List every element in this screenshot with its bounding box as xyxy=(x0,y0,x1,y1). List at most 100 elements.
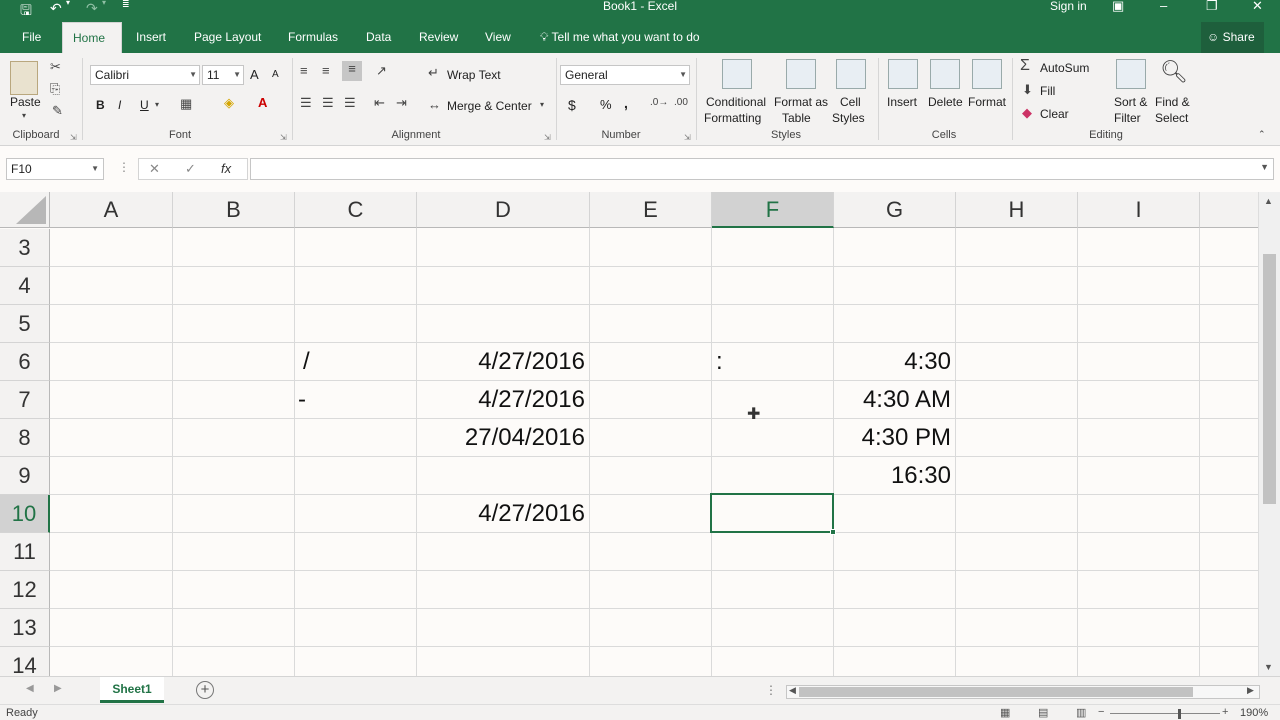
cut-icon[interactable]: ✂ xyxy=(50,59,61,75)
vertical-scrollbar[interactable]: ▲ ▼ xyxy=(1258,192,1280,676)
collapse-ribbon-icon[interactable]: ⌃ xyxy=(1258,129,1266,140)
row-header-11[interactable]: 11 xyxy=(0,533,50,571)
sign-in-link[interactable]: Sign in xyxy=(1050,0,1087,12)
middle-align-icon[interactable]: ≡ xyxy=(322,63,330,78)
bottom-align-icon[interactable]: ≡ xyxy=(342,61,362,81)
wrap-text-button[interactable]: Wrap Text xyxy=(447,68,501,82)
row-header-5[interactable]: 5 xyxy=(0,305,50,343)
tab-file[interactable]: File xyxy=(12,22,51,53)
clipboard-launcher-icon[interactable]: ⇲ xyxy=(70,133,77,142)
font-size-select[interactable]: 11 ▼ xyxy=(202,65,244,85)
scroll-down-icon[interactable]: ▼ xyxy=(1264,662,1273,672)
column-header-a[interactable]: A xyxy=(50,192,173,228)
expand-formula-bar-icon[interactable]: ▼ xyxy=(1260,162,1269,172)
bold-button[interactable]: B xyxy=(96,98,105,112)
insert-cells-button[interactable]: Insert xyxy=(887,95,917,109)
italic-button[interactable]: I xyxy=(118,98,121,112)
column-header-c[interactable]: C xyxy=(295,192,417,228)
cell-c6[interactable]: / xyxy=(303,343,310,381)
column-header-i[interactable]: I xyxy=(1078,192,1200,228)
number-launcher-icon[interactable]: ⇲ xyxy=(684,133,691,142)
scroll-right-icon[interactable]: ▶ xyxy=(1247,685,1254,696)
row-header-8[interactable]: 8 xyxy=(0,419,50,457)
minimize-icon[interactable]: – xyxy=(1160,0,1167,12)
scroll-up-icon[interactable]: ▲ xyxy=(1264,196,1273,206)
tab-home[interactable]: Home xyxy=(62,22,122,53)
grow-font-button[interactable]: A xyxy=(250,67,259,82)
enter-icon[interactable]: ✓ xyxy=(185,161,196,177)
cell-g8[interactable]: 4:30 PM xyxy=(834,419,951,457)
currency-button[interactable]: $ xyxy=(568,97,576,113)
copy-icon[interactable]: ⎘ xyxy=(50,81,60,97)
cell-d8[interactable]: 27/04/2016 xyxy=(417,419,585,457)
tell-me-box[interactable]: 💡︎ Tell me what you want to do xyxy=(530,22,710,53)
vertical-scroll-thumb[interactable] xyxy=(1263,254,1276,504)
sort-filter-label-1[interactable]: Sort & xyxy=(1114,95,1147,109)
column-header-d[interactable]: D xyxy=(417,192,590,228)
cell-g7[interactable]: 4:30 AM xyxy=(834,381,951,419)
font-launcher-icon[interactable]: ⇲ xyxy=(280,133,287,142)
name-box[interactable]: F10 ▼ xyxy=(6,158,104,180)
select-all-button[interactable] xyxy=(0,192,50,228)
tab-data[interactable]: Data xyxy=(356,22,401,53)
orientation-icon[interactable]: ↗ xyxy=(376,63,387,79)
merge-dropdown-icon[interactable]: ▾ xyxy=(540,100,544,109)
tab-insert[interactable]: Insert xyxy=(126,22,176,53)
restore-icon[interactable]: ❐ xyxy=(1206,0,1218,12)
conditional-formatting-label-2[interactable]: Formatting xyxy=(704,111,761,125)
column-header-b[interactable]: B xyxy=(173,192,295,228)
comma-button[interactable]: , xyxy=(624,95,628,111)
number-format-select[interactable]: General ▼ xyxy=(560,65,690,85)
tab-view[interactable]: View xyxy=(475,22,521,53)
fill-handle[interactable] xyxy=(830,529,836,535)
share-button[interactable]: ☺ Share xyxy=(1201,22,1264,53)
clear-button[interactable]: Clear xyxy=(1040,107,1069,121)
ribbon-display-icon[interactable]: ▣ xyxy=(1112,0,1124,12)
merge-center-button[interactable]: Merge & Center xyxy=(447,99,532,113)
paste-button[interactable]: Paste xyxy=(10,95,41,109)
sort-filter-label-2[interactable]: Filter xyxy=(1114,111,1141,125)
cell-g6[interactable]: 4:30 xyxy=(834,343,951,381)
underline-dropdown-icon[interactable]: ▾ xyxy=(155,100,159,109)
cell-styles-label-1[interactable]: Cell xyxy=(840,95,861,109)
row-header-14[interactable]: 14 xyxy=(0,647,50,676)
insert-function-icon[interactable]: fx xyxy=(221,161,231,176)
row-header-7[interactable]: 7 xyxy=(0,381,50,419)
cell-d6[interactable]: 4/27/2016 xyxy=(417,343,585,381)
column-header-h[interactable]: H xyxy=(956,192,1078,228)
column-header-f[interactable]: F xyxy=(712,192,834,228)
horizontal-scrollbar[interactable]: ◀ ▶ xyxy=(786,685,1260,699)
column-header-j[interactable] xyxy=(1200,192,1258,228)
next-sheet-icon[interactable]: ▶ xyxy=(54,683,62,694)
formula-input[interactable]: ▼ xyxy=(250,158,1274,180)
row-header-9[interactable]: 9 xyxy=(0,457,50,495)
format-as-table-label-2[interactable]: Table xyxy=(782,111,811,125)
fill-button[interactable]: Fill xyxy=(1040,84,1055,98)
align-left-icon[interactable]: ☰ xyxy=(300,95,312,111)
zoom-out-icon[interactable]: − xyxy=(1098,706,1104,718)
format-painter-icon[interactable]: ✎ xyxy=(52,103,63,119)
cell-g9[interactable]: 16:30 xyxy=(834,457,951,495)
underline-button[interactable]: U xyxy=(140,98,149,112)
splitter-icon[interactable]: ⋮ xyxy=(765,683,777,697)
format-cells-button[interactable]: Format xyxy=(968,95,1006,109)
row-header-10[interactable]: 10 xyxy=(0,495,50,533)
column-header-g[interactable]: G xyxy=(834,192,956,228)
page-layout-view-icon[interactable]: ▤ xyxy=(1038,706,1048,719)
increase-indent-icon[interactable]: ⇥ xyxy=(396,95,407,111)
tab-review[interactable]: Review xyxy=(409,22,468,53)
zoom-in-icon[interactable]: + xyxy=(1222,706,1228,718)
paste-icon[interactable] xyxy=(10,61,38,95)
shrink-font-button[interactable]: A xyxy=(272,69,279,80)
page-break-view-icon[interactable]: ▥ xyxy=(1076,706,1086,719)
alignment-launcher-icon[interactable]: ⇲ xyxy=(544,133,551,142)
scroll-left-icon[interactable]: ◀ xyxy=(789,685,796,696)
zoom-slider[interactable] xyxy=(1110,713,1220,714)
font-name-select[interactable]: Calibri ▼ xyxy=(90,65,200,85)
cell-d7[interactable]: 4/27/2016 xyxy=(417,381,585,419)
align-right-icon[interactable]: ☰ xyxy=(344,95,356,111)
row-header-13[interactable]: 13 xyxy=(0,609,50,647)
font-color-icon[interactable]: A xyxy=(258,95,267,110)
paste-dropdown-icon[interactable]: ▾ xyxy=(22,111,26,120)
zoom-level[interactable]: 190% xyxy=(1240,707,1268,719)
